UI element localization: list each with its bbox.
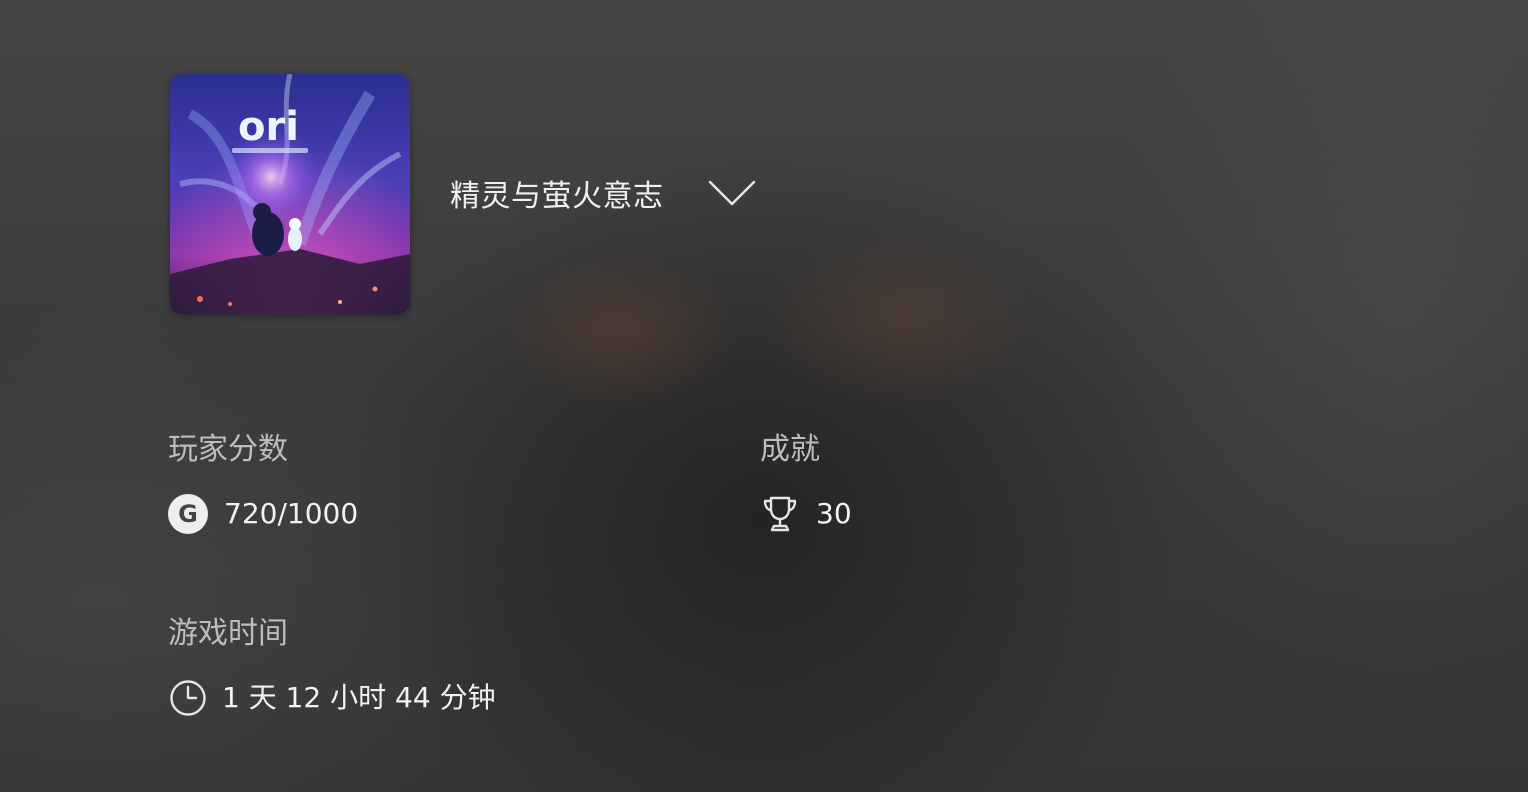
achievements-section: 成就 30 [760, 432, 852, 534]
clock-icon [168, 678, 208, 718]
game-title-row[interactable]: 精灵与萤火意志 [450, 170, 756, 216]
playtime-value: 1 天 12 小时 44 分钟 [222, 681, 496, 714]
playtime-section: 游戏时间 1 天 12 小时 44 分钟 [168, 616, 496, 718]
game-title: 精灵与萤火意志 [450, 179, 664, 214]
trophy-icon [760, 494, 800, 534]
playtime-label: 游戏时间 [168, 616, 288, 651]
gamerscore-section: 玩家分数 G 720/1000 [168, 432, 358, 534]
achievements-value-row: 30 [760, 494, 852, 534]
playtime-value-row: 1 天 12 小时 44 分钟 [168, 678, 496, 718]
gamerscore-g-icon: G [168, 494, 208, 534]
achievements-value: 30 [816, 497, 852, 530]
achievements-label: 成就 [760, 432, 820, 467]
gamerscore-label: 玩家分数 [168, 432, 288, 467]
cover-logo-text: ori [238, 104, 299, 150]
game-cover-art: ori [170, 74, 410, 314]
chevron-down-icon[interactable] [708, 178, 756, 208]
gamerscore-value: 720/1000 [224, 497, 359, 530]
gamerscore-value-row: G 720/1000 [168, 494, 358, 534]
